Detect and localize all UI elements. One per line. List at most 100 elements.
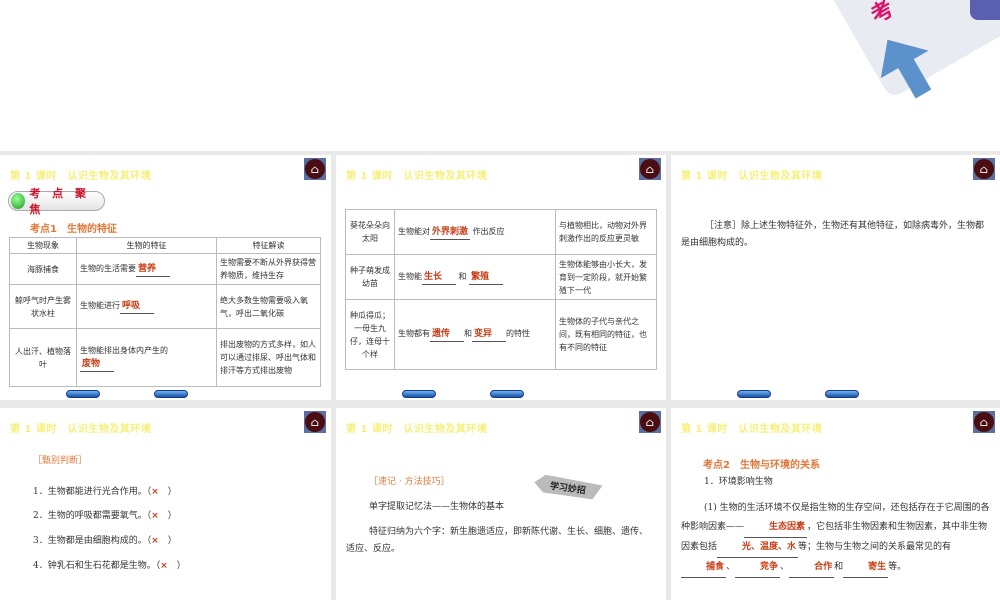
section-heading: 考点2 生物与环境的关系 [703,460,820,471]
cell-text: 的特性 [506,329,530,338]
home-button[interactable]: ⌂ [973,411,995,433]
nav-button-next[interactable] [825,390,859,398]
answer: 呼吸 [120,300,154,314]
nav-button-next[interactable] [490,390,524,398]
table-cell: 生物体的子代与亲代之间，既有相同的特征，也有不同的特征 [555,299,657,370]
slide-3[interactable]: 第 1 课时 认识生物及其环境 ⌂ ［注意］除上述生物特征外，生物还有其他特征，… [671,155,1000,400]
cell-text: 和 [458,271,467,281]
paren: ） [176,561,186,571]
body-text: 等；生物与生物之间的关系最常见的有 [798,542,952,552]
home-icon: ⌂ [640,159,660,179]
wrong-mark: × [151,536,159,546]
cell-text: 生物能 [398,271,422,281]
cell-text: 生物能进行 [80,301,120,310]
answer: 捕食 [681,558,727,578]
slide-4[interactable]: 第 1 课时 认识生物及其环境 ⌂ ［甄别判断］ 1．生物都能进行光合作用。（×… [0,408,331,600]
nav-button-prev[interactable] [737,390,771,398]
table-cell: 生物的生活需要 营养 [76,253,217,285]
cell-text: 生物的生活需要 [80,263,136,273]
table-cell: 鲸呼气时产生雾状水柱 [9,284,77,329]
features-table: 生物现象 生物的特征 特征解读 海豚捕食 生物的生活需要 营养 生物需要不断从外界获得营养… [9,237,321,387]
home-icon: ⌂ [305,159,325,179]
home-button[interactable]: ⌂ [304,411,326,433]
table-cell: 生物能进行 呼吸 [76,284,217,329]
slide-title: 第 1 课时 认识生物及其环境 [10,171,152,182]
home-icon: ⌂ [974,412,994,432]
answer: 遗传 [430,328,464,342]
home-button[interactable]: ⌂ [973,158,995,180]
note-label: ［注意］ [705,221,742,231]
home-button[interactable]: ⌂ [639,158,661,180]
quiz-text: 2．生物的呼吸都需要氧气。（ [33,511,152,521]
cell-text: 和 [464,329,472,338]
answer: 竞争 [735,558,781,578]
slide-6[interactable]: 第 1 课时 认识生物及其环境 ⌂ 考点2 生物与环境的关系 1．环境影响生物 … [671,408,1000,600]
answer: 合作 [789,558,835,578]
answer: 营养 [136,263,170,277]
banner-text: 考 点 聚 焦 [29,187,90,216]
body-text: 等。 [888,562,907,572]
answer: 生态因素 [744,518,808,538]
wrong-mark: × [160,561,168,571]
cell-text: 生物都有 [398,329,430,338]
quiz-item: 3．生物都是由细胞构成的。（× ） [33,533,177,550]
answer: 繁殖 [469,271,504,285]
nav-button-next[interactable] [154,390,188,398]
slide-5[interactable]: 第 1 课时 认识生物及其环境 ⌂ ［速记 · 方法技巧］ 学习妙招 单字提取记… [336,408,666,600]
table-cell: 与植物相比，动物对外界刺激作出的反应更灵敏 [555,209,657,255]
slide-title: 第 1 课时 认识生物及其环境 [10,424,152,435]
home-icon: ⌂ [640,412,660,432]
quiz-item: 1．生物都能进行光合作用。（× ） [33,484,177,501]
home-button[interactable]: ⌂ [639,411,661,433]
table-cell: 海豚捕食 [9,253,77,285]
slide-title: 第 1 课时 认识生物及其环境 [346,171,488,182]
paren: ） [167,487,177,497]
top-preview-area: 考 [0,0,1000,151]
cell-text: 生物能对 [398,226,430,236]
nav-button-prev[interactable] [402,390,436,398]
quiz-text: 3．生物都是由细胞构成的。（ [33,536,152,546]
quiz-text: 1．生物都能进行光合作用。（ [33,487,152,497]
decorative-arrow-image: 考 [810,0,1000,99]
cell-text: 作出反应 [472,226,505,236]
slide-title: 第 1 课时 认识生物及其环境 [681,171,823,182]
answer: 外界刺激 [430,226,471,240]
answer: 废物 [80,358,114,372]
table-cell: 人出汗、植物落叶 [9,328,77,387]
answer: 寄生 [843,558,889,578]
table-cell: 生物能排出身体内产生的 废物 [76,328,217,387]
header-cell: 生物的特征 [76,237,217,254]
table-cell: 生物能对 外界刺激 作出反应 [394,209,556,255]
table-cell: 生物都有 遗传和变异 的特性 [394,299,556,370]
table-cell: 绝大多数生物需要吸入氧气，呼出二氧化碳 [216,284,321,329]
paren: ） [167,536,177,546]
slide-title: 第 1 课时 认识生物及其环境 [346,424,488,435]
subheading: 1．环境影响生物 [704,477,773,487]
table-cell: 种子萌发成幼苗 [345,254,395,300]
body-paragraph: (1) 生物的生活环境不仅是指生物的生存空间，还包括存在于它周围的各种影响因素—… [681,499,991,578]
answer: 生长 [422,271,456,285]
slide-1[interactable]: 第 1 课时 认识生物及其环境 ⌂ 考 点 聚 焦 考点1 生物的特征 生物现象… [0,155,331,400]
body-text: 和 [834,562,844,572]
quiz-item: 2．生物的呼吸都需要氧气。（× ） [33,508,177,525]
features-table: 葵花朵朵向太阳 生物能对 外界刺激 作出反应 与植物相比，动物对外界刺激作出的反应更灵… [345,209,657,370]
header-cell: 生物现象 [9,237,77,254]
section-heading: ［甄别判断］ [33,456,88,466]
slide-2[interactable]: 第 1 课时 认识生物及其环境 ⌂ 葵花朵朵向太阳 生物能对 外界刺激 作出反应 与植… [336,155,666,400]
home-icon: ⌂ [974,159,994,179]
header-cell: 特征解读 [216,237,321,254]
green-ball-icon [11,193,26,209]
answer: 变异 [472,328,506,342]
nav-button-prev[interactable] [66,390,100,398]
separator: 、 [726,562,736,572]
section-banner: 考 点 聚 焦 [8,187,105,216]
answer: 光、温度、水 [717,538,799,558]
signpost-badge: 学习妙招 [533,473,603,500]
wrong-mark: × [151,487,159,497]
paren: ） [167,511,177,521]
note-paragraph: ［注意］除上述生物特征外，生物还有其他特征，如除病毒外，生物都是由细胞构成的。 [681,218,991,252]
table-cell: 种瓜得瓜；一母生九仔，连母十个样 [345,299,395,370]
table-cell: 排出废物的方式多样，如人可以通过排尿、呼出气体和排汗等方式排出废物 [216,328,321,387]
home-icon: ⌂ [305,412,325,432]
home-button[interactable]: ⌂ [304,158,326,180]
